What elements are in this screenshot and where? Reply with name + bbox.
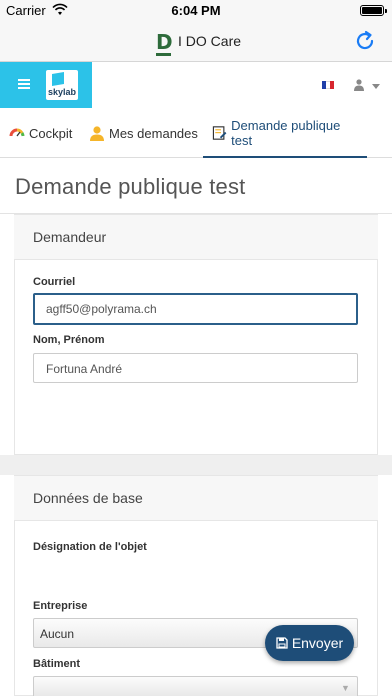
courriel-label: Courriel <box>33 276 76 288</box>
save-icon <box>276 637 288 649</box>
nav-title: I DO Care <box>178 33 242 49</box>
user-menu-icon[interactable] <box>354 79 364 91</box>
form-icon <box>212 126 227 140</box>
status-time: 6:04 PM <box>171 3 221 18</box>
courriel-field[interactable]: agff50@polyrama.ch <box>33 293 358 325</box>
app-header: skylab <box>0 62 392 108</box>
refresh-icon[interactable] <box>352 28 378 54</box>
demandeur-header: Demandeur <box>14 214 378 260</box>
entreprise-label: Entreprise <box>33 600 88 612</box>
entreprise-value: Aucun <box>40 627 75 641</box>
tab-label: Demande publique test <box>231 118 341 148</box>
batiment-select[interactable]: ▼ <box>33 676 358 696</box>
cockpit-icon <box>9 128 25 137</box>
batiment-label: Bâtiment <box>33 658 81 670</box>
battery-icon <box>360 5 387 16</box>
section-heading: Données de base <box>33 490 143 506</box>
status-bar: Carrier 6:04 PM <box>0 0 392 22</box>
app-logo: D <box>156 30 173 54</box>
french-flag-icon[interactable] <box>322 81 334 89</box>
tab-label: Cockpit <box>29 125 73 141</box>
tab-demande-publique-test[interactable]: Demande publique test <box>203 108 367 158</box>
section-gap <box>0 455 392 475</box>
brand-block: skylab <box>0 62 92 108</box>
designation-label: Désignation de l'objet <box>33 541 147 553</box>
app-logo-underline <box>156 53 171 56</box>
hamburger-menu-icon[interactable] <box>18 79 30 89</box>
chevron-down-icon[interactable] <box>372 84 380 89</box>
tab-cockpit[interactable]: Cockpit <box>9 108 72 158</box>
cube-icon <box>52 71 64 87</box>
send-button[interactable]: Envoyer <box>265 625 354 661</box>
navigation-bar: D I DO Care <box>0 22 392 62</box>
tab-bar: Cockpit Mes demandes Demande publique te… <box>0 108 392 158</box>
donnees-header: Données de base <box>14 475 378 521</box>
tab-label: Mes demandes <box>109 125 198 141</box>
user-icon <box>90 126 104 141</box>
page-title: Demande publique test <box>15 174 246 199</box>
skylab-logo: skylab <box>46 70 78 100</box>
nom-prenom-field[interactable]: Fortuna André <box>33 353 358 383</box>
chevron-down-icon: ▼ <box>341 683 350 693</box>
brand-label: skylab <box>48 87 77 97</box>
tab-mes-demandes[interactable]: Mes demandes <box>89 108 198 158</box>
send-label: Envoyer <box>291 635 344 651</box>
section-heading: Demandeur <box>33 229 107 245</box>
nom-prenom-label: Nom, Prénom <box>33 334 105 346</box>
